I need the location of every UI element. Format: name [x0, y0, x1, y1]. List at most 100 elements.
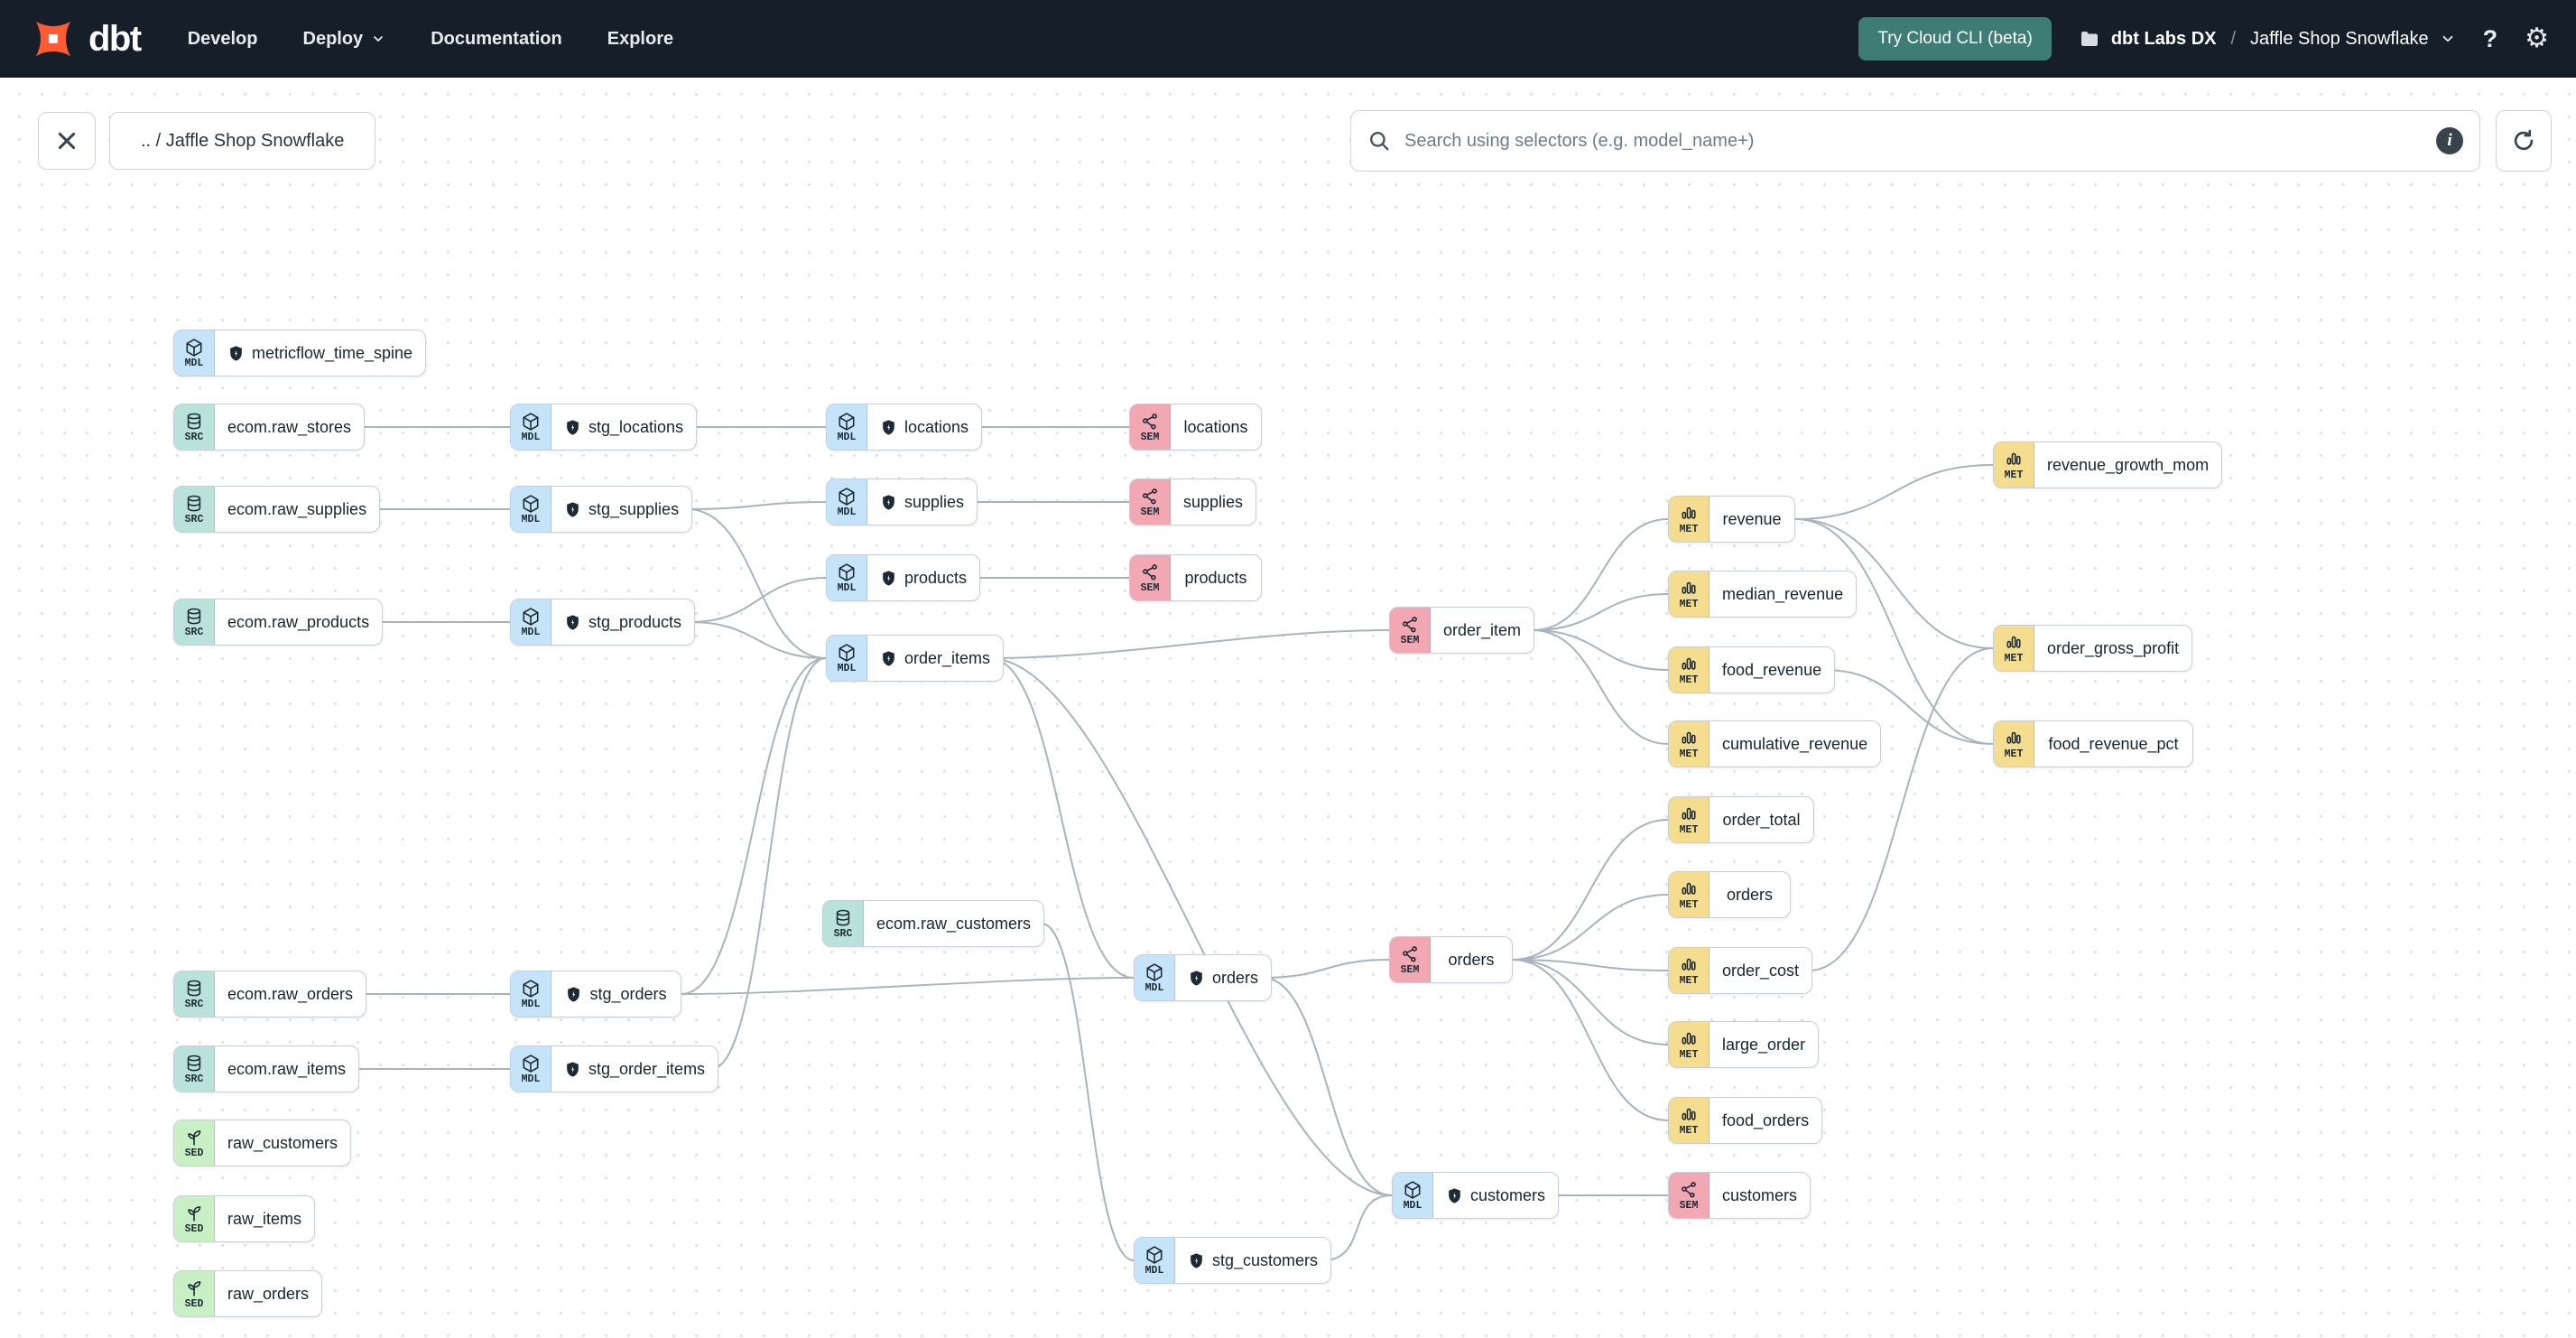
- node-label: ecom.raw_items: [227, 1059, 347, 1078]
- node-kind-label: MDL: [1403, 1199, 1422, 1212]
- graph-node-stg_supplies[interactable]: MDL stg_supplies: [510, 486, 693, 533]
- node-kind-label: SED: [184, 1222, 204, 1235]
- search-input[interactable]: [1403, 129, 2424, 153]
- node-label: orders: [1448, 950, 1495, 969]
- nav-item-documentation[interactable]: Documentation: [431, 29, 562, 50]
- graph-node-stg_locations[interactable]: MDL stg_locations: [510, 404, 698, 451]
- graph-node-met_median_revenue[interactable]: MET median_revenue: [1668, 571, 1858, 618]
- node-label: locations: [904, 417, 969, 436]
- node-kind-label: MET: [1679, 974, 1699, 987]
- graph-node-src_raw_customers[interactable]: SRC ecom.raw_customers: [822, 900, 1045, 947]
- graph-node-metricflow_time_spine[interactable]: MDL metricflow_time_spine: [173, 330, 427, 376]
- node-kind-label: SEM: [1140, 431, 1160, 443]
- close-lineage-button[interactable]: [38, 112, 96, 170]
- help-icon[interactable]: ?: [2483, 25, 2498, 53]
- node-kind-label: MET: [1679, 674, 1699, 686]
- node-label: order_total: [1722, 810, 1801, 829]
- bar-chart-icon: MET: [1669, 571, 1710, 617]
- graph-node-orders_sem[interactable]: SEM orders: [1389, 936, 1513, 983]
- graph-node-supplies_sem[interactable]: SEM supplies: [1129, 479, 1257, 525]
- node-label: revenue_growth_mom: [2047, 455, 2210, 474]
- top-header: dbt Develop Deploy Documentation Explore Tr…: [0, 0, 2576, 78]
- graph-node-seed_raw_customers[interactable]: SED raw_customers: [173, 1120, 352, 1166]
- graph-node-customers_mdl[interactable]: MDL customers: [1392, 1172, 1560, 1219]
- node-label: order_cost: [1722, 961, 1800, 980]
- shield-icon: [880, 570, 897, 587]
- graph-node-products_sem[interactable]: SEM products: [1129, 554, 1262, 601]
- graph-node-src_raw_stores[interactable]: SRC ecom.raw_stores: [173, 404, 366, 451]
- graph-node-src_raw_items[interactable]: SRC ecom.raw_items: [173, 1045, 360, 1092]
- graph-node-met_food_revenue_pct[interactable]: MET food_revenue_pct: [1993, 720, 2193, 767]
- graph-node-met_orders[interactable]: MET orders: [1668, 871, 1791, 918]
- node-kind-label: MDL: [837, 662, 857, 674]
- edge-stg_orders-to-order_items_mdl: [681, 657, 827, 995]
- graph-node-src_raw_supplies[interactable]: SRC ecom.raw_supplies: [173, 486, 381, 533]
- try-cloud-cli-button[interactable]: Try Cloud CLI (beta): [1858, 17, 2052, 60]
- edge-met_revenue-to-met_revenue_growth_mom: [1794, 464, 1994, 520]
- graph-node-src_raw_orders[interactable]: SRC ecom.raw_orders: [173, 971, 367, 1017]
- node-kind-label: MET: [2004, 748, 2024, 760]
- graph-node-stg_products[interactable]: MDL stg_products: [510, 599, 696, 646]
- bar-chart-icon: MET: [1669, 1098, 1710, 1143]
- database-icon: SRC: [823, 901, 864, 946]
- graph-node-orders_mdl[interactable]: MDL orders: [1134, 954, 1273, 1001]
- node-label: cumulative_revenue: [1722, 734, 1868, 753]
- graph-node-met_large_order[interactable]: MET large_order: [1668, 1021, 1820, 1068]
- node-kind-label: MET: [1679, 598, 1699, 610]
- graph-node-met_revenue_growth_mom[interactable]: MET revenue_growth_mom: [1993, 441, 2223, 488]
- graph-node-met_food_orders[interactable]: MET food_orders: [1668, 1097, 1823, 1144]
- graph-node-met_revenue[interactable]: MET revenue: [1668, 496, 1795, 543]
- node-label: food_revenue_pct: [2048, 734, 2179, 753]
- edge-met_order_cost-to-met_order_gross_profit: [1808, 647, 1994, 971]
- graph-node-met_order_gross_profit[interactable]: MET order_gross_profit: [1993, 625, 2193, 672]
- node-label: metricflow_time_spine: [252, 343, 413, 362]
- node-label: ecom.raw_supplies: [227, 499, 367, 518]
- node-kind-label: SRC: [184, 998, 204, 1010]
- node-kind-label: SRC: [184, 626, 204, 638]
- graph-node-customers_sem[interactable]: SEM customers: [1668, 1172, 1812, 1219]
- lineage-breadcrumb[interactable]: .. / Jaffle Shop Snowflake: [109, 112, 376, 170]
- node-kind-label: SED: [184, 1297, 204, 1310]
- node-label: stg_order_items: [588, 1059, 706, 1078]
- graph-node-seed_raw_orders[interactable]: SED raw_orders: [173, 1270, 323, 1317]
- selector-search: i: [1350, 110, 2480, 172]
- graph-node-seed_raw_items[interactable]: SED raw_items: [173, 1195, 316, 1242]
- refresh-button[interactable]: [2496, 110, 2552, 172]
- node-label: stg_supplies: [588, 499, 680, 518]
- shield-icon: [564, 501, 581, 518]
- nav-item-develop[interactable]: Develop: [188, 29, 258, 50]
- graph-node-locations_sem[interactable]: SEM locations: [1129, 404, 1262, 451]
- gear-icon[interactable]: ⚙: [2525, 25, 2549, 52]
- nav-item-explore[interactable]: Explore: [607, 29, 673, 50]
- graph-node-order_items_mdl[interactable]: MDL order_items: [826, 635, 1005, 682]
- node-label: food_revenue: [1722, 660, 1822, 679]
- node-label: large_order: [1722, 1035, 1806, 1054]
- bar-chart-icon: MET: [1669, 647, 1710, 692]
- node-kind-label: MDL: [1144, 1264, 1164, 1277]
- graph-node-stg_customers[interactable]: MDL stg_customers: [1134, 1237, 1332, 1284]
- lineage-canvas[interactable]: .. / Jaffle Shop Snowflake i MDL metricfl…: [0, 78, 2576, 1338]
- edge-orders_sem-to-met_food_orders: [1512, 959, 1669, 1121]
- graph-node-src_raw_products[interactable]: SRC ecom.raw_products: [173, 599, 384, 646]
- graph-node-products_mdl[interactable]: MDL products: [826, 554, 981, 601]
- graph-node-supplies_mdl[interactable]: MDL supplies: [826, 479, 978, 525]
- graph-node-met_order_total[interactable]: MET order_total: [1668, 796, 1814, 843]
- graph-node-order_item_sem[interactable]: SEM order_item: [1389, 607, 1535, 654]
- node-label: locations: [1183, 417, 1248, 436]
- graph-node-stg_orders[interactable]: MDL stg_orders: [510, 971, 681, 1017]
- shield-icon: [227, 345, 245, 362]
- dbt-logo[interactable]: dbt: [27, 13, 142, 65]
- network-icon: SEM: [1130, 479, 1171, 525]
- graph-node-met_cumulative_revenue[interactable]: MET cumulative_revenue: [1668, 720, 1882, 767]
- graph-node-stg_order_items[interactable]: MDL stg_order_items: [510, 1045, 719, 1092]
- node-kind-label: MDL: [521, 1073, 541, 1085]
- node-kind-label: MET: [1679, 1048, 1699, 1061]
- graph-node-locations_mdl[interactable]: MDL locations: [826, 404, 983, 451]
- edge-order_items_mdl-to-order_item_sem: [988, 629, 1390, 659]
- project-switcher[interactable]: dbt Labs DX / Jaffle Shop Snowflake: [2079, 28, 2456, 50]
- info-icon[interactable]: i: [2436, 127, 2463, 154]
- graph-node-met_order_cost[interactable]: MET order_cost: [1668, 947, 1813, 994]
- node-kind-label: MET: [1679, 748, 1699, 760]
- graph-node-met_food_revenue[interactable]: MET food_revenue: [1668, 646, 1836, 693]
- nav-item-deploy[interactable]: Deploy: [303, 29, 386, 50]
